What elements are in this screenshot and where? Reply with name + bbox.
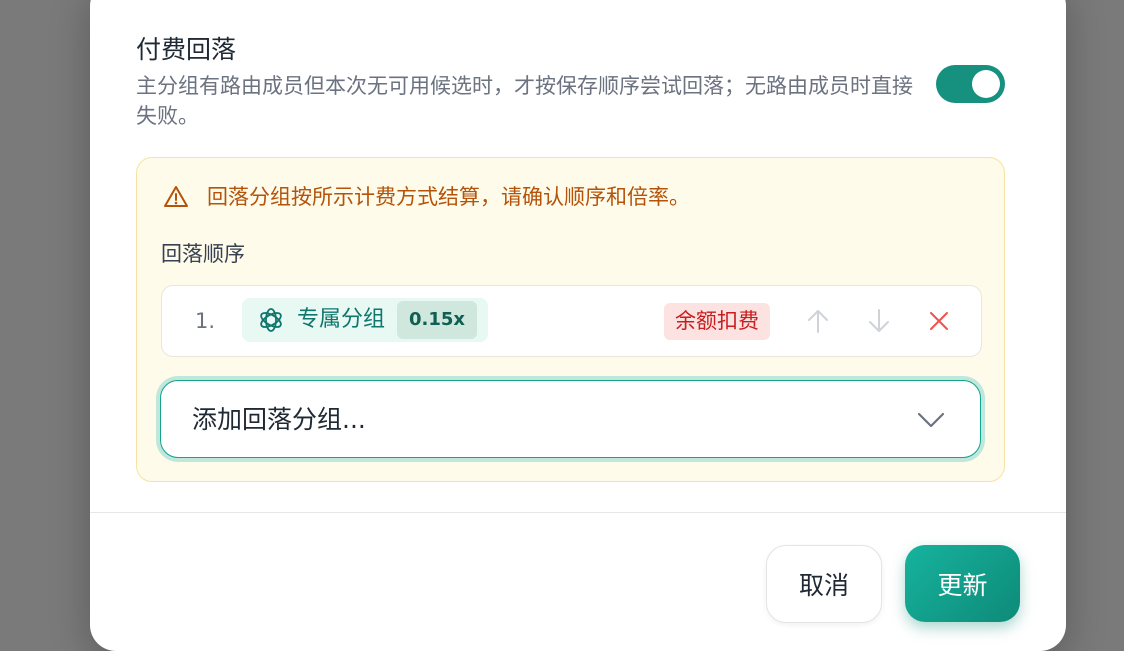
fallback-order-label: 回落顺序	[161, 242, 245, 266]
remove-group-button[interactable]	[921, 303, 957, 339]
toggle-knob	[972, 70, 1000, 98]
openai-icon	[260, 308, 282, 332]
arrow-up-icon	[808, 310, 828, 333]
billing-badge: 余额扣费	[664, 303, 770, 340]
cancel-button[interactable]: 取消	[766, 545, 882, 623]
select-placeholder: 添加回落分组...	[192, 405, 366, 434]
add-fallback-group-select[interactable]: 添加回落分组...	[160, 380, 981, 458]
group-chip: 专属分组 0.15x	[242, 298, 488, 342]
update-button[interactable]: 更新	[905, 545, 1020, 622]
arrow-down-icon	[869, 309, 889, 332]
move-up-button[interactable]	[800, 303, 836, 339]
rate-badge: 0.15x	[397, 301, 478, 339]
close-icon	[930, 312, 948, 330]
chevron-down-icon	[917, 412, 945, 428]
warning-text: 回落分组按所示计费方式结算，请确认顺序和倍率。	[207, 185, 690, 209]
warning-triangle-icon	[164, 186, 188, 207]
move-down-button[interactable]	[861, 303, 897, 339]
warning-notice: 回落分组按所示计费方式结算，请确认顺序和倍率。	[163, 182, 690, 212]
fallback-panel: 回落分组按所示计费方式结算，请确认顺序和倍率。 回落顺序 1. 专属分组 0.1…	[136, 157, 1005, 482]
fallback-group-row: 1. 专属分组 0.15x 余额扣费	[161, 285, 982, 357]
row-index: 1.	[195, 309, 216, 333]
fallback-toggle[interactable]	[936, 65, 1005, 103]
fallback-description: 主分组有路由成员但本次无可用候选时，才按保存顺序尝试回落；无路由成员时直接失败。	[136, 74, 913, 128]
group-name: 专属分组	[297, 307, 386, 332]
edit-group-dialog: 付费回落 主分组有路由成员但本次无可用候选时，才按保存顺序尝试回落；无路由成员时…	[90, 0, 1066, 651]
footer-divider	[90, 512, 1066, 513]
fallback-title: 付费回落	[136, 35, 237, 64]
